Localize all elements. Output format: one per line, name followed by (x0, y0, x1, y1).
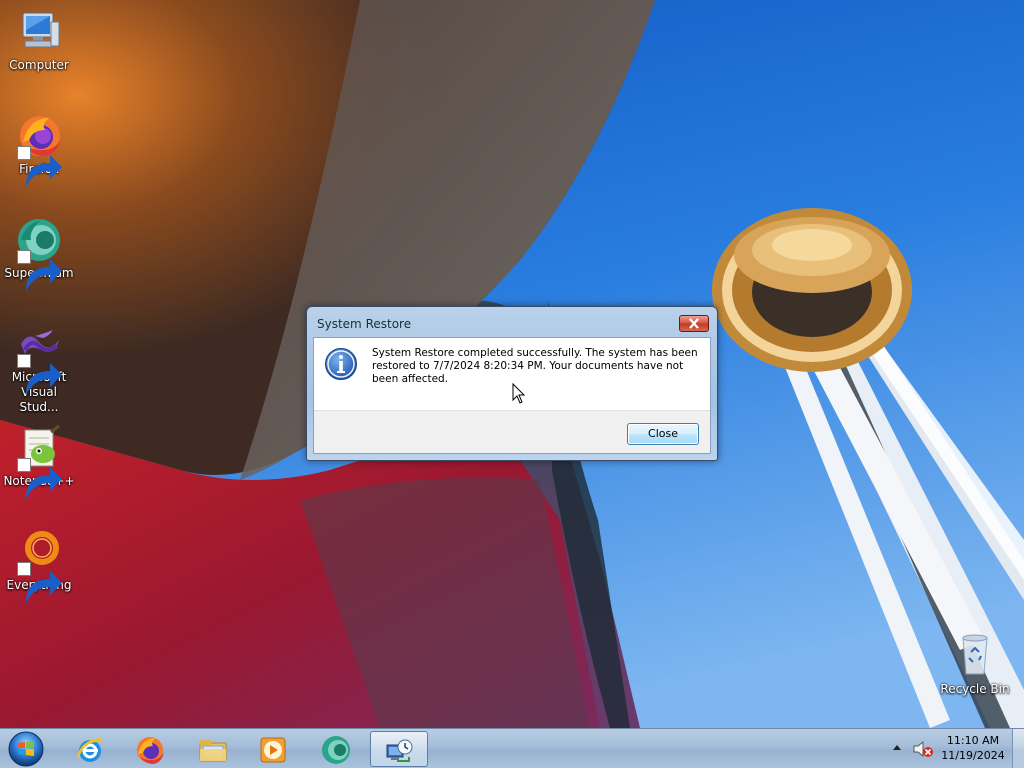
desktop-icon-label: Recycle Bin (940, 682, 1010, 696)
shortcut-arrow-icon (17, 354, 62, 395)
close-icon (689, 318, 699, 329)
dialog-title: System Restore (317, 317, 412, 331)
information-icon (324, 347, 358, 381)
recycle-bin-icon (951, 632, 999, 680)
computer-icon (15, 8, 63, 56)
system-clock[interactable]: 11:10 AM 11/19/2024 (938, 733, 1008, 763)
shortcut-arrow-icon (17, 146, 62, 187)
desktop-icon-firefox[interactable]: Firefox (0, 112, 78, 187)
shortcut-arrow-icon (17, 562, 62, 603)
taskbar: 11:10 AM 11/19/2024 (0, 728, 1024, 768)
close-button[interactable]: Close (627, 423, 699, 445)
desktop-icon-label: Computer (9, 58, 69, 72)
show-desktop-button[interactable] (1012, 729, 1024, 768)
desktop-icon-recycle-bin[interactable]: Recycle Bin (936, 632, 1014, 697)
firefox-icon (137, 737, 164, 764)
taskbar-file-explorer[interactable] (185, 731, 241, 767)
folder-icon (199, 740, 227, 762)
desktop-icon-visual-studio[interactable]: Microsoft Visual Stud... (0, 320, 78, 415)
mouse-cursor-icon (512, 383, 526, 404)
shortcut-arrow-icon (17, 458, 62, 499)
taskbar-system-restore[interactable] (370, 731, 428, 767)
notepad-plus-plus-icon (15, 424, 63, 499)
clock-time: 11:10 AM (946, 734, 1000, 747)
clock-date: 11/19/2024 (941, 749, 1005, 762)
desktop-icon-computer[interactable]: Computer (0, 8, 78, 73)
desktop-icon-notepad-plus-plus[interactable]: Notepad++ (0, 424, 78, 499)
taskbar-internet-explorer[interactable] (62, 731, 118, 767)
show-hidden-icons-arrow[interactable] (892, 743, 902, 751)
visual-studio-icon (15, 320, 63, 395)
taskbar-supermium[interactable] (308, 731, 364, 767)
taskbar-firefox[interactable] (122, 731, 178, 767)
dialog-footer: Close (314, 410, 710, 453)
volume-muted-icon[interactable] (912, 740, 934, 758)
supermium-icon (322, 736, 350, 764)
shortcut-arrow-icon (17, 250, 62, 291)
firefox-icon (15, 112, 63, 187)
dialog-close-x-button[interactable] (679, 315, 709, 332)
windows-start-orb[interactable] (6, 730, 46, 768)
media-player-icon (260, 737, 286, 763)
everything-search-icon (15, 528, 63, 603)
taskbar-media-player[interactable] (245, 731, 301, 767)
desktop-icon-everything[interactable]: Everything (0, 528, 78, 603)
system-restore-icon (386, 739, 413, 762)
internet-explorer-icon (76, 738, 103, 762)
desktop-icon-supermium[interactable]: Supermium (0, 216, 78, 291)
dialog-message: System Restore completed successfully. T… (372, 347, 698, 385)
supermium-icon (15, 216, 63, 291)
